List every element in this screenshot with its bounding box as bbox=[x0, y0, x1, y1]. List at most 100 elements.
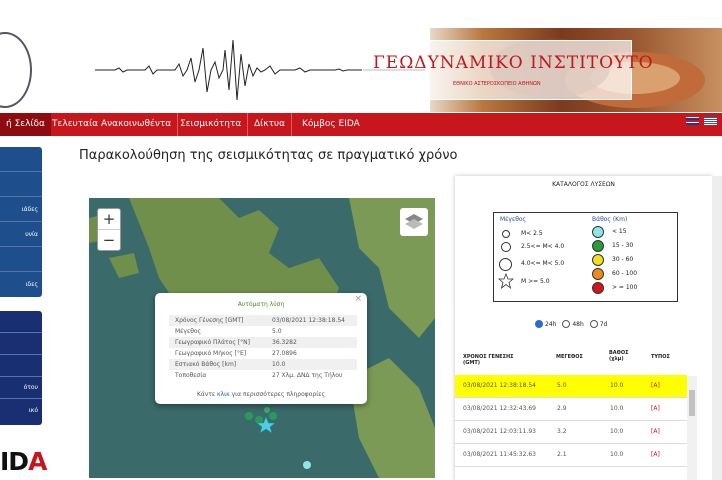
range-radio-48h[interactable] bbox=[562, 320, 571, 328]
eida-logo-accent: A bbox=[28, 447, 47, 476]
table-row[interactable]: 03/08/2021 11:45:32.63 2.1 10.0 [A] bbox=[455, 444, 687, 467]
depth-color-swatch bbox=[592, 282, 604, 294]
col-header-magnitude[interactable]: ΜΕΓΕΘΟΣ bbox=[556, 354, 583, 360]
header-banner: ΓΕΩΔΥΝΑΜΙΚΟ ΙΝΣΤΙΤΟΥΤΟ ΕΘΝΙΚΟ ΑΣΤΕΡΟΣΚΟΠ… bbox=[0, 28, 722, 112]
magnitude-star-icon bbox=[498, 273, 514, 289]
sidebar-item[interactable]: υνία bbox=[0, 222, 42, 247]
table-row[interactable]: 03/08/2021 12:38:18.54 5.0 10.0 [A] bbox=[455, 375, 687, 398]
cell-magnitude: 2.9 bbox=[557, 405, 567, 412]
range-radio-7d[interactable] bbox=[589, 320, 598, 328]
popup-row-label: Γεωγραφικό Πλάτος [°N] bbox=[175, 339, 250, 346]
col-header-type[interactable]: ΤΥΠΟΣ bbox=[651, 354, 670, 360]
nav-eida-node[interactable]: Κόμβος EIDA bbox=[296, 113, 366, 136]
popup-row-value: 36.3282 bbox=[272, 339, 297, 346]
institute-name-box: ΓΕΩΔΥΝΑΜΙΚΟ ΙΝΣΤΙΤΟΥΤΟ ΕΘΝΙΚΟ ΑΣΤΕΡΟΣΚΟΠ… bbox=[362, 40, 653, 100]
range-radio-24h[interactable] bbox=[535, 320, 543, 328]
language-flags bbox=[686, 117, 722, 136]
cell-type[interactable]: [A] bbox=[651, 428, 660, 435]
sidebar-item[interactable]: ιδες bbox=[0, 272, 42, 297]
cell-magnitude: 5.0 bbox=[557, 382, 567, 389]
popup-more-link[interactable]: κλικ bbox=[217, 391, 230, 398]
popup-more-info: Κάντε κλικ για περισσότερες πληροφορίες bbox=[155, 391, 367, 398]
page-title: Παρακολούθηση της σεισμικότητας σε πραγμ… bbox=[79, 148, 458, 163]
sidebar-menu-bottom: ότου ικό bbox=[0, 311, 42, 425]
catalog-title: ΚΑΤΑΛΟΓΟΣ ΛΥΣΕΩΝ bbox=[552, 181, 615, 188]
popup-row: Γεωγραφικό Μήκος [°E] 27.0896 bbox=[169, 348, 357, 359]
popup-title: Αυτόματη λύση bbox=[237, 301, 285, 308]
popup-row: Γεωγραφικό Πλάτος [°N] 36.3282 bbox=[169, 337, 357, 348]
table-row[interactable]: 03/08/2021 12:03:11.93 3.2 10.0 [A] bbox=[455, 421, 687, 444]
cell-magnitude: 2.1 bbox=[557, 451, 567, 458]
cell-time: 03/08/2021 12:38:18.54 bbox=[463, 382, 536, 389]
legend-magnitude-label: M< 2.5 bbox=[521, 230, 543, 237]
cell-magnitude: 3.2 bbox=[557, 428, 567, 435]
quake-marker[interactable] bbox=[269, 412, 277, 420]
catalog-scrollbar[interactable] bbox=[687, 376, 697, 480]
cell-depth: 10.0 bbox=[610, 405, 624, 412]
sidebar-item[interactable]: ικό bbox=[0, 399, 42, 423]
eida-logo[interactable]: IDA bbox=[0, 447, 47, 476]
cell-time: 03/08/2021 12:32:43.69 bbox=[463, 405, 536, 412]
cell-type[interactable]: [A] bbox=[651, 451, 660, 458]
sidebar-item[interactable]: ιάδες bbox=[0, 197, 42, 222]
popup-row-value: 27.0896 bbox=[272, 350, 297, 357]
cell-type[interactable]: [A] bbox=[651, 382, 660, 389]
seismicity-map[interactable]: + − × Αυτόματη λύση Χρόνος Γένεσης [GMT]… bbox=[89, 198, 435, 478]
depth-color-swatch bbox=[592, 240, 604, 252]
catalog-legend: Μέγεθος Βάθος (Km) M< 2.5 2.5<= M< 4.0 4… bbox=[493, 212, 678, 302]
legend-depth-label: 30 - 60 bbox=[612, 256, 634, 263]
right-edge-panel bbox=[712, 176, 722, 480]
catalog-panel: ΚΑΤΑΛΟΓΟΣ ΛΥΣΕΩΝ Μέγεθος Βάθος (Km) M< 2… bbox=[455, 176, 712, 480]
sidebar-item[interactable] bbox=[0, 333, 42, 355]
col-header-unit: (χλμ) bbox=[609, 356, 624, 362]
range-label: 24h bbox=[545, 320, 557, 328]
nav-latest-announcements[interactable]: Τελευταία Ανακοινωθέντα bbox=[46, 113, 179, 136]
nav-home[interactable]: ή Σελίδα bbox=[0, 113, 51, 136]
sidebar-item[interactable] bbox=[0, 172, 42, 197]
legend-depth-label: < 15 bbox=[612, 228, 627, 235]
cell-type[interactable]: [A] bbox=[651, 405, 660, 412]
quake-marker[interactable] bbox=[264, 407, 270, 413]
popup-row: Τοποθεσία 27 Χλμ. ΔΝΔ της Τήλου bbox=[169, 370, 357, 381]
time-range-selector: 24h 48h 7d bbox=[535, 320, 611, 328]
legend-magnitude-heading: Μέγεθος bbox=[500, 216, 527, 223]
sidebar-item[interactable]: ότου bbox=[0, 377, 42, 399]
legend-magnitude-label: 2.5<= M< 4.0 bbox=[521, 243, 565, 250]
table-row[interactable]: 03/08/2021 12:32:43.69 2.9 10.0 [A] bbox=[455, 398, 687, 421]
magnitude-symbol-large bbox=[499, 258, 512, 271]
sidebar-item[interactable] bbox=[0, 311, 42, 333]
cell-depth: 10.0 bbox=[610, 451, 624, 458]
popup-more-text: για περισσότερες πληροφορίες bbox=[229, 391, 325, 398]
sidebar-item[interactable] bbox=[0, 355, 42, 377]
popup-more-text: Κάντε bbox=[196, 391, 217, 398]
institute-subtitle: ΕΘΝΙΚΟ ΑΣΤΕΡΟΣΚΟΠΕΙΟ ΑΘΗΝΩΝ bbox=[453, 81, 541, 87]
sidebar-item[interactable] bbox=[0, 247, 42, 272]
col-header-depth[interactable]: ΒΑΘΟΣ (χλμ) bbox=[609, 350, 629, 362]
popup-row-label: Χρόνος Γένεσης [GMT] bbox=[175, 317, 244, 324]
event-popup: × Αυτόματη λύση Χρόνος Γένεσης [GMT] 03/0… bbox=[155, 293, 367, 404]
range-label: 7d bbox=[599, 320, 608, 328]
popup-row-label: Γεωγραφικό Μήκος [°E] bbox=[175, 350, 247, 357]
scrollbar-thumb[interactable] bbox=[689, 390, 695, 416]
popup-row-value: 27 Χλμ. ΔΝΔ της Τήλου bbox=[272, 372, 343, 379]
popup-row-label: Τοποθεσία bbox=[175, 372, 207, 379]
col-header-time[interactable]: ΧΡΟΝΟΣ ΓΕΝΕΣΗΣ (GMT) bbox=[463, 354, 514, 366]
sidebar-item[interactable] bbox=[0, 147, 42, 172]
depth-color-swatch bbox=[592, 254, 604, 266]
magnitude-symbol-small bbox=[502, 230, 510, 238]
nav-networks[interactable]: Δίκτυα bbox=[248, 113, 293, 136]
cell-depth: 10.0 bbox=[610, 428, 624, 435]
quake-marker[interactable] bbox=[245, 412, 253, 420]
cell-depth: 10.0 bbox=[610, 382, 624, 389]
nav-seismicity[interactable]: Σεισμικότητα bbox=[174, 113, 249, 136]
sidebar-menu-top: ιάδες υνία ιδες bbox=[0, 147, 42, 297]
quake-marker[interactable] bbox=[303, 461, 311, 469]
popup-row: Εστιακό Βάθος [km] 10.0 bbox=[169, 359, 357, 370]
observatory-seal-logo[interactable] bbox=[0, 32, 32, 108]
popup-row-value: 03/08/2021 12:38:18.54 bbox=[272, 317, 345, 324]
depth-color-swatch bbox=[592, 268, 604, 280]
popup-row-value: 10.0 bbox=[272, 361, 286, 368]
uk-flag-icon[interactable] bbox=[686, 117, 699, 125]
greek-flag-icon[interactable] bbox=[704, 117, 717, 125]
legend-magnitude-label: M >= 5.0 bbox=[521, 278, 550, 285]
